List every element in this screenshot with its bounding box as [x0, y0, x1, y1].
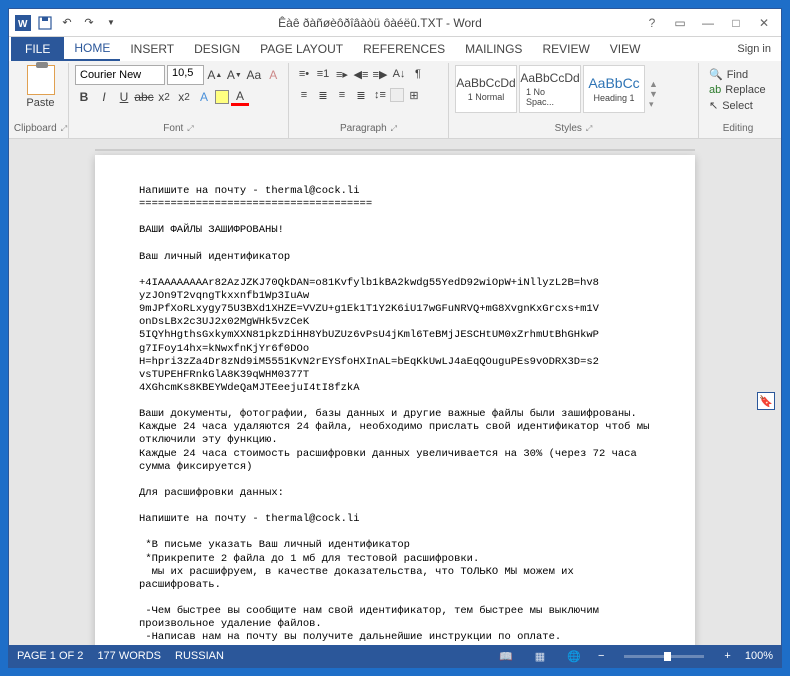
zoom-out-button[interactable]: −: [598, 650, 604, 662]
read-mode-button[interactable]: 📖: [496, 648, 516, 664]
font-size-select[interactable]: 10,5: [167, 65, 204, 85]
paste-button[interactable]: Paste: [19, 65, 62, 109]
font-name-select[interactable]: Courier New: [75, 65, 165, 85]
minimize-button[interactable]: —: [695, 12, 721, 34]
style-no-spacing[interactable]: AaBbCcDd 1 No Spac...: [519, 65, 581, 113]
justify-button[interactable]: ≣: [352, 86, 370, 104]
titlebar: W ↶ ↷ ▼ Êàê ðàñøèôðîâàòü ôàéëû.TXT - Wor…: [9, 9, 781, 37]
font-launcher[interactable]: ⤢: [187, 124, 193, 134]
align-right-button[interactable]: ≡: [333, 86, 351, 104]
ribbon-group-styles: AaBbCcDd 1 Normal AaBbCcDd 1 No Spac... …: [449, 63, 699, 138]
show-marks-button[interactable]: ¶: [409, 65, 427, 83]
highlight-button[interactable]: [215, 90, 229, 104]
language-indicator[interactable]: RUSSIAN: [175, 650, 224, 662]
maximize-button[interactable]: □: [723, 12, 749, 34]
document-area[interactable]: Напишите на почту - thermal@cock.li ====…: [9, 139, 781, 645]
clear-formatting-button[interactable]: A: [265, 66, 282, 84]
bullets-button[interactable]: ≡•: [295, 65, 313, 83]
undo-button[interactable]: ↶: [57, 13, 77, 33]
word-window: W ↶ ↷ ▼ Êàê ðàñøèôðîâàòü ôàéëû.TXT - Wor…: [8, 8, 782, 668]
ribbon-options-button[interactable]: ▭: [667, 12, 693, 34]
bold-button[interactable]: B: [75, 88, 93, 106]
ribbon-group-clipboard: Paste Clipboard⤢: [13, 63, 69, 138]
sort-button[interactable]: A↓: [390, 65, 408, 83]
paste-icon: [27, 65, 55, 95]
page-indicator[interactable]: PAGE 1 OF 2: [17, 650, 83, 662]
shrink-font-button[interactable]: A▼: [226, 66, 243, 84]
tab-page-layout[interactable]: PAGE LAYOUT: [250, 37, 353, 61]
zoom-in-button[interactable]: +: [724, 650, 730, 662]
zoom-slider[interactable]: [624, 655, 704, 658]
side-panel: 🔖: [757, 392, 775, 410]
tab-view[interactable]: VIEW: [600, 37, 651, 61]
select-button[interactable]: ↖Select: [705, 98, 771, 113]
save-button[interactable]: [35, 13, 55, 33]
shading-button[interactable]: [390, 88, 404, 102]
bookmark-icon[interactable]: 🔖: [757, 392, 775, 410]
svg-text:W: W: [18, 19, 28, 30]
style-normal[interactable]: AaBbCcDd 1 Normal: [455, 65, 517, 113]
align-center-button[interactable]: ≣: [314, 86, 332, 104]
tab-design[interactable]: DESIGN: [184, 37, 250, 61]
ribbon: Paste Clipboard⤢ Courier New 10,5 A▲ A▼ …: [9, 61, 781, 139]
decrease-indent-button[interactable]: ◀≡: [352, 65, 370, 83]
find-button[interactable]: 🔍Find: [705, 67, 771, 82]
multilevel-button[interactable]: ≡▸: [333, 65, 351, 83]
tab-review[interactable]: REVIEW: [532, 37, 599, 61]
signin-link[interactable]: Sign in: [737, 43, 779, 55]
replace-button[interactable]: abReplace: [705, 83, 771, 97]
increase-indent-button[interactable]: ≡▶: [371, 65, 389, 83]
statusbar: PAGE 1 OF 2 177 WORDS RUSSIAN 📖 ▦ 🌐 − + …: [9, 645, 781, 667]
ribbon-group-paragraph: ≡• ≡1 ≡▸ ◀≡ ≡▶ A↓ ¶ ≡ ≣ ≡ ≣ ↕≡ ⊞: [289, 63, 449, 138]
italic-button[interactable]: I: [95, 88, 113, 106]
text-effects-button[interactable]: A: [195, 88, 213, 106]
file-tab[interactable]: FILE: [11, 37, 64, 61]
underline-button[interactable]: U: [115, 88, 133, 106]
clipboard-launcher[interactable]: ⤢: [61, 124, 67, 134]
window-title: Êàê ðàñøèôðîâàòü ôàéëû.TXT - Word: [121, 16, 639, 30]
window-controls: ? ▭ — □ ✕: [639, 12, 777, 34]
ribbon-group-font: Courier New 10,5 A▲ A▼ Aa A B I U abc x2…: [69, 63, 289, 138]
horizontal-ruler[interactable]: [95, 149, 695, 151]
align-left-button[interactable]: ≡: [295, 86, 313, 104]
web-layout-button[interactable]: 🌐: [564, 648, 584, 664]
replace-icon: ab: [709, 84, 721, 96]
help-button[interactable]: ?: [639, 12, 665, 34]
print-layout-button[interactable]: ▦: [530, 648, 550, 664]
tab-mailings[interactable]: MAILINGS: [455, 37, 532, 61]
tab-home[interactable]: HOME: [64, 37, 120, 61]
style-heading1[interactable]: AaBbCc Heading 1: [583, 65, 645, 113]
ribbon-group-editing: 🔍Find abReplace ↖Select Editing: [699, 63, 777, 138]
zoom-level[interactable]: 100%: [745, 650, 773, 662]
borders-button[interactable]: ⊞: [405, 86, 423, 104]
grow-font-button[interactable]: A▲: [206, 66, 223, 84]
word-icon[interactable]: W: [13, 13, 33, 33]
close-button[interactable]: ✕: [751, 12, 777, 34]
select-icon: ↖: [709, 99, 718, 112]
find-icon: 🔍: [709, 68, 723, 81]
word-count[interactable]: 177 WORDS: [97, 650, 161, 662]
subscript-button[interactable]: x2: [155, 88, 173, 106]
strikethrough-button[interactable]: abc: [135, 88, 153, 106]
numbering-button[interactable]: ≡1: [314, 65, 332, 83]
paragraph-launcher[interactable]: ⤢: [391, 124, 397, 134]
tab-references[interactable]: REFERENCES: [353, 37, 455, 61]
superscript-button[interactable]: x2: [175, 88, 193, 106]
line-spacing-button[interactable]: ↕≡: [371, 86, 389, 104]
tab-insert[interactable]: INSERT: [120, 37, 184, 61]
redo-button[interactable]: ↷: [79, 13, 99, 33]
quick-access-toolbar: W ↶ ↷ ▼: [13, 13, 121, 33]
font-color-button[interactable]: A: [231, 88, 249, 106]
menubar: FILE HOME INSERT DESIGN PAGE LAYOUT REFE…: [9, 37, 781, 61]
qat-dropdown[interactable]: ▼: [101, 13, 121, 33]
styles-gallery-expand[interactable]: ▲▼▾: [647, 65, 660, 123]
change-case-button[interactable]: Aa: [245, 66, 262, 84]
document-page[interactable]: Напишите на почту - thermal@cock.li ====…: [95, 155, 695, 645]
styles-launcher[interactable]: ⤢: [586, 124, 592, 134]
